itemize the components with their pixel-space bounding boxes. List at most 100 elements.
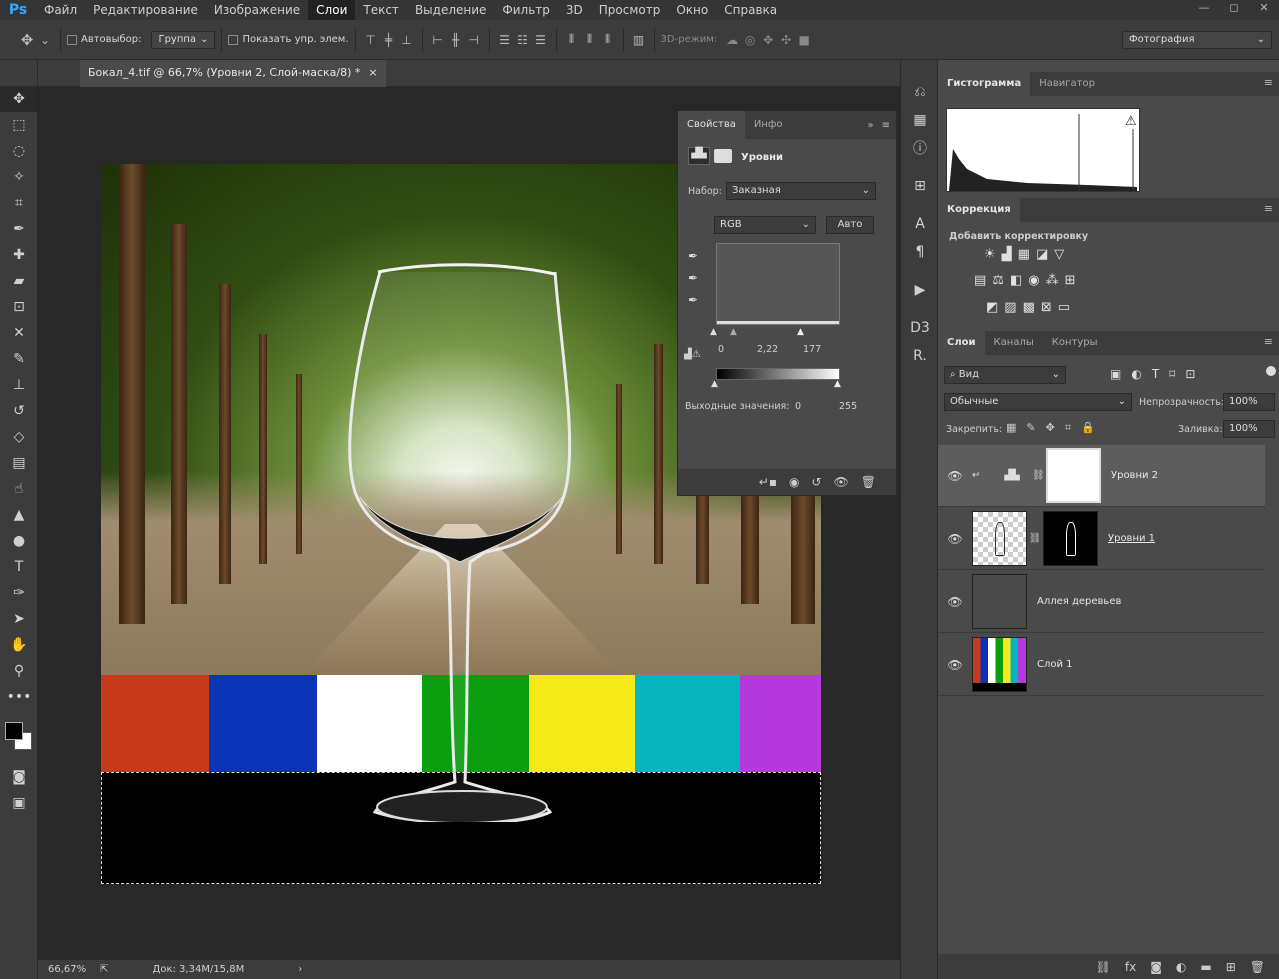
brightness-icon[interactable]: ☀ <box>984 247 996 262</box>
trash-icon[interactable]: 🗑 <box>861 475 876 489</box>
eye-icon[interactable]: 👁 <box>938 595 972 609</box>
menu-item[interactable]: Окно <box>668 0 716 20</box>
swatches-icon[interactable]: ▦ <box>901 106 939 134</box>
chevron-right-icon[interactable]: › <box>298 964 302 975</box>
menu-item[interactable]: Выделение <box>407 0 494 20</box>
color-lookup-icon[interactable]: ⊞ <box>1065 273 1076 288</box>
filter-pixel-icon[interactable]: ▣ <box>1110 367 1121 381</box>
show-controls-checkbox[interactable] <box>228 34 239 45</box>
libraries-icon[interactable]: R. <box>901 342 939 370</box>
scale-3d-icon[interactable]: ■ <box>795 33 813 47</box>
sharpen-tool-icon[interactable]: ▲ <box>0 502 38 528</box>
info-icon[interactable]: ⓘ <box>901 134 939 162</box>
chevron-down-icon[interactable]: ⌄ <box>36 33 54 47</box>
autoselect-dropdown[interactable]: Группа ⌄ <box>151 30 216 49</box>
new-group-icon[interactable]: ▬ <box>1200 960 1211 974</box>
menu-item[interactable]: Просмотр <box>591 0 669 20</box>
close-button[interactable]: ✕ <box>1249 0 1279 18</box>
menu-item[interactable]: Редактирование <box>85 0 206 20</box>
blend-mode-dropdown[interactable]: Обычные ⌄ <box>944 393 1132 411</box>
history-brush-tool-icon[interactable]: ↺ <box>0 398 38 424</box>
layer-name[interactable]: Аллея деревьев <box>1037 596 1121 607</box>
fill-field[interactable]: 100% <box>1223 420 1275 438</box>
input-white-slider[interactable]: ▲ <box>797 327 804 337</box>
character-icon[interactable]: A <box>901 210 939 238</box>
tab-layers[interactable]: Слои <box>938 331 985 355</box>
menu-item[interactable]: Изображение <box>206 0 308 20</box>
gradient-tool-icon[interactable]: ▤ <box>0 450 38 476</box>
layer-row[interactable]: 👁 ↵ ▟▙ ⛓ Уровни 2 <box>938 445 1265 507</box>
hand-tool-icon[interactable]: ✋ <box>0 632 38 658</box>
input-gamma-slider[interactable]: ▲ <box>730 327 737 337</box>
zoom-level[interactable]: 66,67% <box>48 964 86 975</box>
menu-item[interactable]: Слои <box>308 0 356 20</box>
layer-row[interactable]: 👁 Аллея деревьев <box>938 571 1265 633</box>
stamp-tool-icon[interactable]: ⊥ <box>0 372 38 398</box>
collapse-icon[interactable]: » <box>867 120 873 131</box>
input-white-value[interactable]: 177 <box>803 344 821 355</box>
preset-dropdown[interactable]: Заказная ⌄ <box>726 182 876 200</box>
document-tab[interactable]: Бокал_4.tif @ 66,7% (Уровни 2, Слой-маск… <box>80 60 386 87</box>
input-black-value[interactable]: 0 <box>718 344 724 355</box>
gray-eyedropper-icon[interactable]: ✒ <box>688 267 698 289</box>
lock-all-icon[interactable]: 🔒 <box>1081 421 1095 435</box>
channel-dropdown[interactable]: RGB ⌄ <box>714 216 816 234</box>
clipping-warning-icon[interactable]: ▟⚠ <box>684 349 701 360</box>
auto-align-icon[interactable]: ▥ <box>630 33 648 47</box>
slide-3d-icon[interactable]: ✣ <box>777 33 795 47</box>
layer-thumbnail[interactable] <box>972 511 1027 566</box>
layer-thumbnail[interactable] <box>972 574 1027 629</box>
type-tool-icon[interactable]: T <box>0 554 38 580</box>
lock-artboard-icon[interactable]: ⌗ <box>1065 421 1071 435</box>
output-black-slider[interactable]: ▲ <box>711 379 718 389</box>
curves-icon[interactable]: ▦ <box>1018 247 1030 262</box>
levels-adj-icon[interactable]: ▟ <box>1002 247 1012 262</box>
3d-icon[interactable]: D3 <box>901 314 939 342</box>
layer-row[interactable]: 👁 Слой 1 <box>938 634 1265 696</box>
black-eyedropper-icon[interactable]: ✒ <box>688 245 698 267</box>
healing-brush-tool-icon[interactable]: ✚ <box>0 242 38 268</box>
link-icon[interactable]: ⛓ <box>1027 533 1043 544</box>
roll-3d-icon[interactable]: ◎ <box>741 33 759 47</box>
posterize-icon[interactable]: ▨ <box>1004 300 1016 315</box>
selective-color-icon[interactable]: ⊠ <box>1041 300 1052 315</box>
white-eyedropper-icon[interactable]: ✒ <box>688 289 698 311</box>
panel-menu-icon[interactable]: ≡ <box>1264 76 1273 89</box>
quick-mask-icon[interactable]: ◙ <box>0 764 38 790</box>
actions-play-icon[interactable]: ▶ <box>901 276 939 304</box>
lasso-tool-icon[interactable]: ◌ <box>0 138 38 164</box>
orbit-3d-icon[interactable]: ☁ <box>723 33 741 47</box>
tab-navigator[interactable]: Навигатор <box>1030 72 1104 96</box>
patch-tool-icon[interactable]: ▰ <box>0 268 38 294</box>
link-icon[interactable]: ⛓ <box>1032 470 1046 481</box>
filter-smart-icon[interactable]: ⊡ <box>1185 367 1195 381</box>
foreground-color-swatch[interactable] <box>5 722 23 740</box>
filter-adjustment-icon[interactable]: ◐ <box>1131 367 1141 381</box>
tab-channels[interactable]: Каналы <box>985 331 1043 355</box>
path-selection-tool-icon[interactable]: ➤ <box>0 606 38 632</box>
photo-filter-icon[interactable]: ◉ <box>1028 273 1039 288</box>
screen-mode-icon[interactable]: ▣ <box>0 790 38 816</box>
menu-item[interactable]: Фильтр <box>494 0 557 20</box>
frame-tool-icon[interactable]: ⊡ <box>0 294 38 320</box>
add-mask-icon[interactable]: ◙ <box>1150 960 1162 974</box>
smudge-tool-icon[interactable]: ☝ <box>0 476 38 502</box>
hue-sat-icon[interactable]: ▤ <box>974 273 986 288</box>
align-right-icon[interactable]: ⊣ <box>465 33 483 47</box>
distribute-vcenter-icon[interactable]: ☷ <box>514 33 532 47</box>
crop-tool-icon[interactable]: ⌗ <box>0 190 38 216</box>
pan-3d-icon[interactable]: ✥ <box>759 33 777 47</box>
output-black-value[interactable]: 0 <box>795 401 801 412</box>
align-top-icon[interactable]: ⊤ <box>362 33 380 47</box>
marquee-tool-icon[interactable]: ⬚ <box>0 112 38 138</box>
more-tools-icon[interactable]: ••• <box>0 684 38 710</box>
history-icon[interactable]: ⎌ <box>901 78 939 106</box>
layer-name[interactable]: Слой 1 <box>1037 659 1073 670</box>
workspace-dropdown[interactable]: Фотография ⌄ <box>1122 31 1272 49</box>
layer-name[interactable]: Уровни 2 <box>1111 470 1158 481</box>
eye-icon[interactable]: 👁 <box>938 658 972 672</box>
layer-thumbnail[interactable] <box>972 637 1027 692</box>
layer-row[interactable]: 👁 ⛓ Уровни 1 <box>938 508 1265 570</box>
dodge-tool-icon[interactable]: ● <box>0 528 38 554</box>
new-adjustment-icon[interactable]: ◐ <box>1176 960 1186 974</box>
